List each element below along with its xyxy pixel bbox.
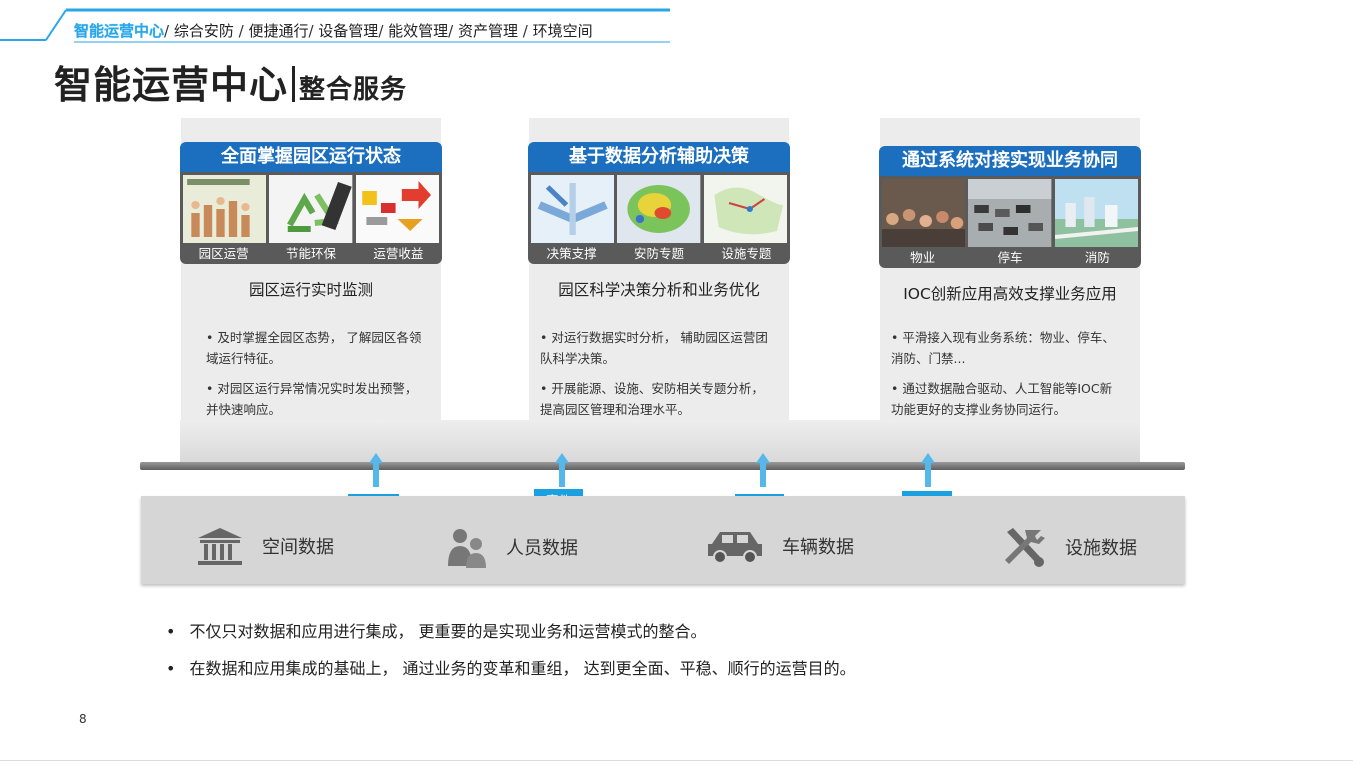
breadcrumb-item[interactable]: 能效管理 [388,22,448,40]
thumb-recycle-image [269,175,353,243]
thumb-revenue-image [355,175,439,243]
card-operation-status: 全面掌握园区运行状态 园区运营 节能环保 运营收益 园区运行实时监测 • 及时掌… [180,142,442,417]
bullet-item: • 平滑接入现有业务系统：物业、停车、消防、门禁... [891,330,1115,366]
card-images: 园区运营 节能环保 运营收益 [180,172,442,264]
building-icon [198,528,242,565]
card-header: 基于数据分析辅助决策 [528,142,790,172]
arrow-up-icon [921,453,935,487]
summary-line: • 在数据和应用集成的基础上， 通过业务的变革和重组， 达到更全面、平稳、顺行的运… [166,659,856,678]
data-source-space: 空间数据 [196,526,334,566]
card-bullets: • 对运行数据实时分析， 辅助园区运营团队科学决策。 • 开展能源、设施、安防相… [540,327,770,429]
data-source-label: 设施数据 [1065,538,1137,559]
data-source-label: 车辆数据 [782,537,854,558]
card-header: 全面掌握园区运行状态 [180,142,442,172]
arrow-up-icon [756,453,770,487]
card-decision-support: 基于数据分析辅助决策 决策支撑 安防专题 设施专题 园区科学决策分析和业务优化 … [528,142,790,417]
card-business-collaboration: 通过系统对接实现业务协同 物业 停车 消防 IOC创新应用高效支撑业务应用 • … [879,142,1141,417]
card-subtitle: IOC创新应用高效支撑业务应用 [903,285,1117,303]
bullet-item: • 对园区运行异常情况实时发出预警， 并快速响应。 [206,381,418,417]
thumb-label: 运营收益 [373,246,424,261]
thumb-chart-image [183,175,267,243]
bullet-item: • 及时掌握全园区态势， 了解园区各领域运行特征。 [206,330,422,366]
thumb-label: 设施专题 [721,246,772,261]
thumb-labels: 决策支撑 安防专题 设施专题 [528,243,790,262]
thumb-facility-map-image [703,175,787,243]
thumb-label: 决策支撑 [546,246,597,261]
thumb-labels: 物业 停车 消防 [879,247,1141,266]
bullet-item: • 对运行数据实时分析， 辅助园区运营团队科学决策。 [540,330,768,366]
card-images: 物业 停车 消防 [879,176,1141,268]
card-images: 决策支撑 安防专题 设施专题 [528,172,790,264]
page-number: 8 [79,712,87,726]
thumb-traffic-image [968,179,1052,247]
breadcrumb-item[interactable]: 资产管理 [458,22,518,40]
breadcrumb: 智能运营中心/ 综合安防 / 便捷通行/ 设备管理/ 能效管理/ 资产管理 / … [74,22,593,40]
people-icon [448,529,486,568]
thumb-decision-image [531,175,615,243]
data-source-band: 空间数据 人员数据 车辆数据 设施数据 [141,496,1185,584]
page-title-main: 智能运营中心 [54,63,289,107]
thumb-city-image [1054,179,1138,247]
breadcrumb-item[interactable]: 设备管理 [318,22,378,40]
summary-line: • 不仅只对数据和应用进行集成， 更重要的是实现业务和运营模式的整合。 [166,622,707,641]
tools-icon [1005,528,1045,567]
card-subtitle: 园区运行实时监测 [248,281,373,299]
card-bullets: • 平滑接入现有业务系统：物业、停车、消防、门禁... • 通过数据融合驱动、人… [891,327,1121,429]
arrow-up-icon [555,453,569,487]
platform-edge [140,462,1185,470]
arrow-up-icon [369,453,383,487]
thumb-label: 停车 [997,250,1023,265]
bullet-item: • 开展能源、设施、安防相关专题分析， 提高园区管理和治理水平。 [540,381,764,417]
thumb-label: 园区运营 [198,246,249,261]
breadcrumb-item[interactable]: 便捷通行 [248,22,308,40]
thumb-label: 消防 [1084,250,1110,265]
car-icon [708,532,762,564]
bullet-item: • 通过数据融合驱动、人工智能等IOC新功能更好的支撑业务协同运行。 [891,381,1113,417]
data-source-label: 人员数据 [506,538,578,559]
thumb-label: 节能环保 [285,246,336,261]
card-subtitle: 园区科学决策分析和业务优化 [558,281,760,299]
data-source-facility: 设施数据 [1001,526,1137,568]
page-title-sub: 整合服务 [299,75,408,105]
thumb-label: 安防专题 [633,246,684,261]
data-source-vehicle: 车辆数据 [706,526,854,566]
thumb-labels: 园区运营 节能环保 运营收益 [180,243,442,262]
data-source-label: 空间数据 [262,537,334,558]
breadcrumb-item[interactable]: 环境空间 [533,22,593,40]
title-divider [292,66,296,102]
thumb-crowd-image [882,179,966,247]
page-title: 智能运营中心 整合服务 [54,54,407,109]
breadcrumb-item[interactable]: 综合安防 [174,22,234,40]
bottom-divider [0,760,1353,761]
card-header: 通过系统对接实现业务协同 [879,146,1141,176]
thumb-security-map-image [617,175,701,243]
data-source-people: 人员数据 [446,526,578,568]
card-bullets: • 及时掌握全园区态势， 了解园区各领域运行特征。 • 对园区运行异常情况实时发… [206,327,422,429]
thumb-label: 物业 [910,250,936,265]
breadcrumb-active[interactable]: 智能运营中心 [74,22,164,40]
